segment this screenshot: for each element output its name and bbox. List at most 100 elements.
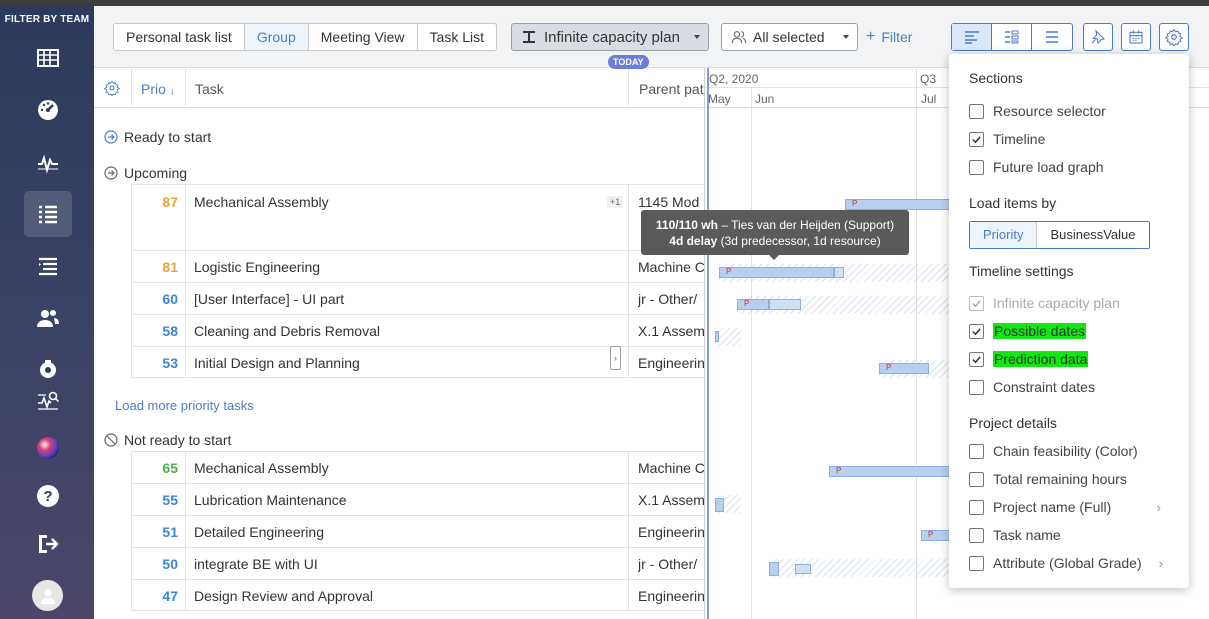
table-row[interactable]: 50 integrate BE with UI jr - Other/ [131,547,704,579]
option-project-name[interactable]: Project name (Full) › [969,499,1179,515]
grouped-view-icon[interactable] [992,24,1032,50]
option-future-load-graph[interactable]: Future load graph [969,159,1179,175]
chevron-right-icon[interactable]: › [1159,556,1163,571]
group-upcoming[interactable]: Upcoming [104,165,187,181]
gantt-bar-remaining[interactable] [834,267,844,278]
avatar-icon[interactable] [32,580,63,611]
option-timeline[interactable]: Timeline [969,131,1179,147]
dashboard-gauge-icon[interactable] [24,87,72,133]
quarter-label: Q3 [920,72,937,86]
project-details-title: Project details [969,415,1057,431]
gantt-bar[interactable]: P [829,466,951,477]
prio-value: 58 [162,323,178,339]
filter-by-team-label[interactable]: FILTER BY TEAM [0,14,94,25]
grid-icon[interactable] [24,35,72,81]
checkbox-checked[interactable] [969,351,984,367]
option-infinite-capacity-plan: Infinite capacity plan [969,295,1179,311]
checkbox[interactable] [969,527,984,543]
checkbox[interactable] [969,103,984,119]
option-prediction-data[interactable]: Prediction data [969,351,1179,367]
column-divider [185,68,186,108]
chevron-right-icon[interactable]: › [1157,500,1161,515]
table-row[interactable]: 58 Cleaning and Debris Removal X.1 Assem [131,314,704,346]
table-row[interactable]: 87 Mechanical Assembly +1 1145 Mod [131,184,704,250]
option-resource-selector[interactable]: Resource selector [969,103,1179,119]
table-row[interactable]: 51 Detailed Engineering Engineerin [131,515,704,547]
month-label: Jun [755,92,775,106]
task-name: Design Review and Approval [194,588,373,604]
parent-column-header[interactable]: Parent pat [639,81,704,97]
task-column-header[interactable]: Task [195,81,224,97]
table-header: Prio ↓ Task Parent pat [94,68,704,108]
gantt-bar[interactable]: P [719,267,834,278]
plan-select[interactable]: Infinite capacity plan [511,23,709,51]
gantt-bar[interactable]: P [845,199,951,210]
checkbox[interactable] [969,471,984,487]
checkbox[interactable] [969,379,984,395]
checkbox[interactable] [969,555,984,571]
logout-icon[interactable] [24,521,72,567]
settings-gear-icon[interactable] [1159,23,1189,51]
gantt-bar[interactable] [769,562,779,576]
tab-personal-task-list[interactable]: Personal task list [114,24,245,50]
parent-path: Engineerin [638,524,704,540]
gantt-bar[interactable]: P [879,363,929,374]
checkbox[interactable] [969,499,984,515]
parent-path: jr - Other/ [638,556,698,572]
align-left-view-icon[interactable] [952,24,992,50]
parent-path: Engineerin [638,588,704,604]
table-row[interactable]: 65 Mechanical Assembly Machine C [131,451,704,483]
option-total-remaining-hours[interactable]: Total remaining hours [969,471,1179,487]
tab-group[interactable]: Group [244,24,309,50]
column-settings-icon[interactable] [103,80,121,99]
load-more-link[interactable]: Load more priority tasks [115,398,254,413]
group-ready-to-start[interactable]: Ready to start [104,129,211,145]
task-list-icon[interactable] [24,191,72,237]
option-constraint-dates[interactable]: Constraint dates [969,379,1179,395]
option-possible-dates[interactable]: Possible dates [969,323,1179,339]
task-table: Prio ↓ Task Parent pat Ready to start Up… [94,68,704,619]
checkbox[interactable] [969,443,984,459]
table-row[interactable]: 81 Logistic Engineering Machine C [131,250,704,282]
table-row[interactable]: 55 Lubrication Maintenance X.1 Assem [131,483,704,515]
calendar-icon[interactable] [1121,23,1151,51]
prio-value: 81 [162,259,178,275]
gantt-bar[interactable] [715,331,719,342]
load-by-business-value[interactable]: BusinessValue [1037,222,1149,248]
option-task-name[interactable]: Task name [969,527,1179,543]
prio-column-header[interactable]: Prio ↓ [141,81,175,97]
users-icon[interactable] [24,295,72,341]
gantt-bar-remaining[interactable] [795,564,811,574]
filter-button[interactable]: + Filter [866,29,912,46]
gantt-bar-remaining[interactable] [769,299,801,310]
column-divider [131,68,132,108]
option-chain-feasibility[interactable]: Chain feasibility (Color) [969,443,1179,459]
help-icon[interactable]: ? [24,473,72,519]
tab-meeting-view[interactable]: Meeting View [309,24,418,50]
load-by-priority[interactable]: Priority [970,222,1038,248]
list-view-icon[interactable] [1032,24,1072,50]
option-attribute-global-grade[interactable]: Attribute (Global Grade) › [969,555,1179,571]
search-pulse-icon[interactable] [24,378,72,424]
column-divider [628,68,629,108]
month-gridline [751,88,752,619]
pulse-icon[interactable] [24,140,72,186]
collapse-panel-toggle[interactable]: › [610,346,621,370]
table-row[interactable]: 60 [User Interface] - UI part jr - Other… [131,282,704,314]
group-not-ready-to-start[interactable]: Not ready to start [104,432,231,448]
checkbox[interactable] [969,159,984,175]
table-row[interactable]: 47 Design Review and Approval Engineerin [131,579,704,611]
indented-list-icon[interactable] [24,243,72,289]
checkbox-checked[interactable] [969,131,984,147]
gantt-bar[interactable]: P [737,299,769,310]
checkbox-checked[interactable] [969,323,984,339]
tab-task-list[interactable]: Task List [418,24,496,50]
people-select[interactable]: All selected [721,23,858,51]
color-orb-icon[interactable] [24,425,72,471]
plan-select-value: Infinite capacity plan [544,28,680,46]
pin-filter-icon[interactable] [1083,23,1113,51]
count-badge: +1 [607,196,624,208]
gantt-bar[interactable]: P [921,530,951,541]
gantt-bar[interactable] [715,498,724,512]
task-name: Logistic Engineering [194,259,321,275]
